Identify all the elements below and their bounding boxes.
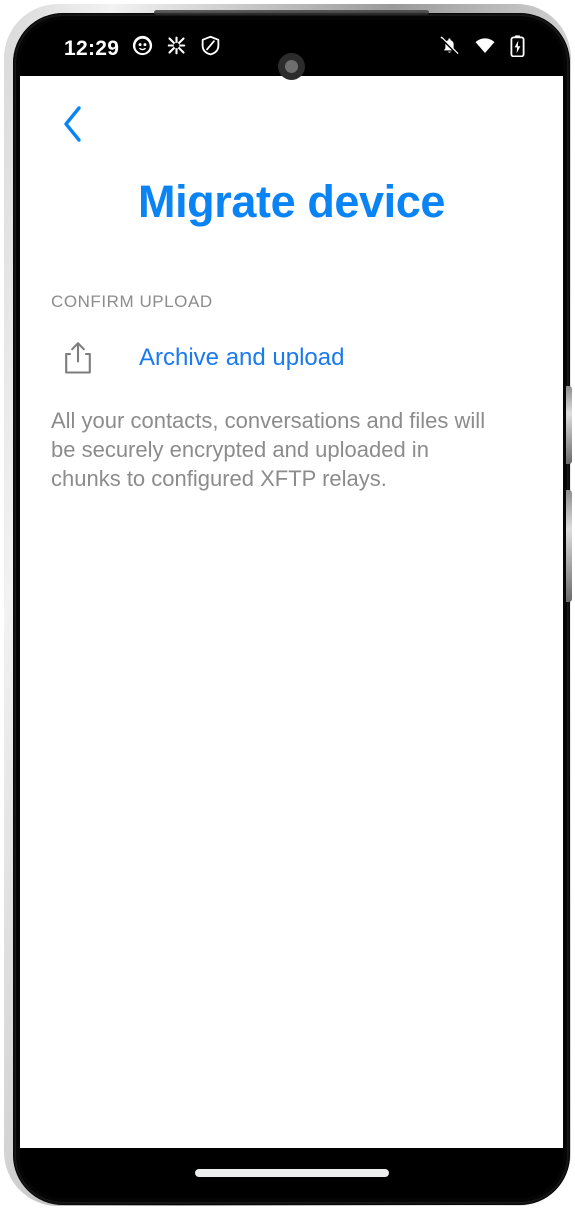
phone-device-frame: 12:29 Migrate device CONFIRM UPLOAD Arch… (4, 4, 572, 1206)
battery-charging-icon (510, 34, 525, 62)
share-upload-icon (63, 341, 109, 375)
shield-vpn-icon (200, 35, 221, 61)
wifi-icon (474, 35, 496, 61)
volume-rocker-button[interactable] (566, 490, 572, 602)
archive-and-upload-label: Archive and upload (139, 343, 345, 371)
ringer-muted-icon (439, 35, 460, 61)
back-button[interactable] (50, 103, 96, 149)
front-camera-punch-hole (278, 53, 305, 80)
status-clock: 12:29 (64, 36, 120, 60)
archive-and-upload-button[interactable]: Archive and upload (51, 334, 531, 382)
home-gesture-bar[interactable] (194, 1169, 389, 1177)
system-navigation-bar (20, 1148, 563, 1198)
section-header-confirm-upload: CONFIRM UPLOAD (51, 292, 213, 311)
phone-screen: 12:29 Migrate device CONFIRM UPLOAD Arch… (20, 20, 563, 1198)
power-button[interactable] (566, 386, 572, 464)
front-camera-lens (285, 60, 298, 73)
status-bar-right-group (439, 34, 525, 62)
orbot-icon (166, 35, 187, 61)
upload-description-text: All your contacts, conversations and fil… (51, 408, 486, 492)
chevron-left-icon (61, 105, 85, 148)
status-bar-left-group: 12:29 (64, 35, 221, 61)
cat-face-icon (132, 35, 153, 61)
page-title: Migrate device (137, 176, 446, 227)
earpiece-speaker (154, 10, 429, 15)
app-content-area: Migrate device CONFIRM UPLOAD Archive an… (20, 76, 563, 1148)
